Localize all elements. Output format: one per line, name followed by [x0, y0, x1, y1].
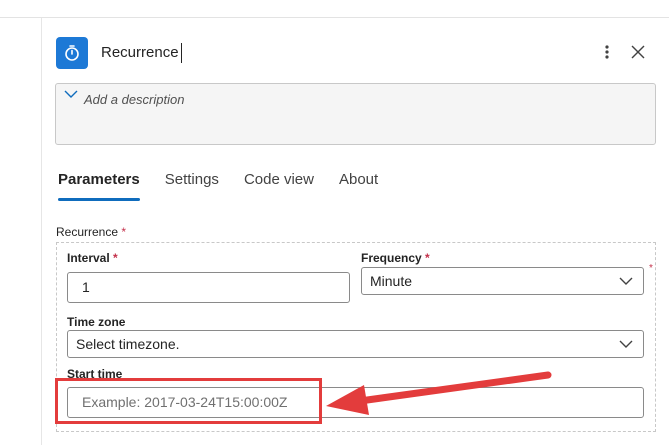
time-zone-label: Time zone — [67, 315, 126, 329]
required-mark: * — [425, 251, 430, 265]
more-options-button[interactable] — [597, 42, 617, 62]
time-zone-value: Select timezone. — [76, 336, 180, 352]
more-vertical-icon — [605, 45, 609, 59]
chevron-down-icon — [619, 340, 633, 348]
close-button[interactable] — [628, 42, 648, 62]
tab-bar: Parameters Settings Code view About — [58, 170, 403, 202]
required-mark: * — [121, 225, 127, 239]
recurrence-label-text: Recurrence — [56, 225, 119, 239]
frequency-value: Minute — [370, 273, 413, 289]
tab-about[interactable]: About — [339, 170, 378, 202]
tab-code-view[interactable]: Code view — [244, 170, 314, 202]
annotation-arrow — [326, 371, 552, 415]
description-placeholder: Add a description — [84, 92, 185, 107]
timer-icon — [56, 37, 88, 69]
recurrence-panel: Recurrence Add a description Parameters … — [0, 0, 669, 445]
close-icon — [631, 45, 645, 59]
interval-input[interactable]: 1 — [67, 272, 350, 303]
tab-parameters[interactable]: Parameters — [58, 170, 140, 202]
interval-label-text: Interval — [67, 251, 110, 265]
top-divider — [0, 17, 669, 18]
recurrence-label: Recurrence * — [56, 225, 126, 239]
chevron-down-icon[interactable] — [64, 89, 78, 99]
frequency-select[interactable]: Minute — [361, 267, 644, 295]
required-mark: * — [113, 251, 118, 265]
required-mark: * — [649, 263, 653, 274]
frequency-label: Frequency * — [361, 251, 430, 265]
chevron-down-icon — [619, 277, 633, 285]
frequency-label-text: Frequency — [361, 251, 422, 265]
description-field[interactable]: Add a description — [55, 83, 656, 145]
action-title[interactable]: Recurrence — [101, 43, 182, 63]
annotation-highlight-box — [55, 378, 322, 424]
interval-label: Interval * — [67, 251, 118, 265]
left-divider — [41, 18, 42, 445]
tab-settings[interactable]: Settings — [165, 170, 219, 202]
time-zone-select[interactable]: Select timezone. — [67, 330, 644, 358]
